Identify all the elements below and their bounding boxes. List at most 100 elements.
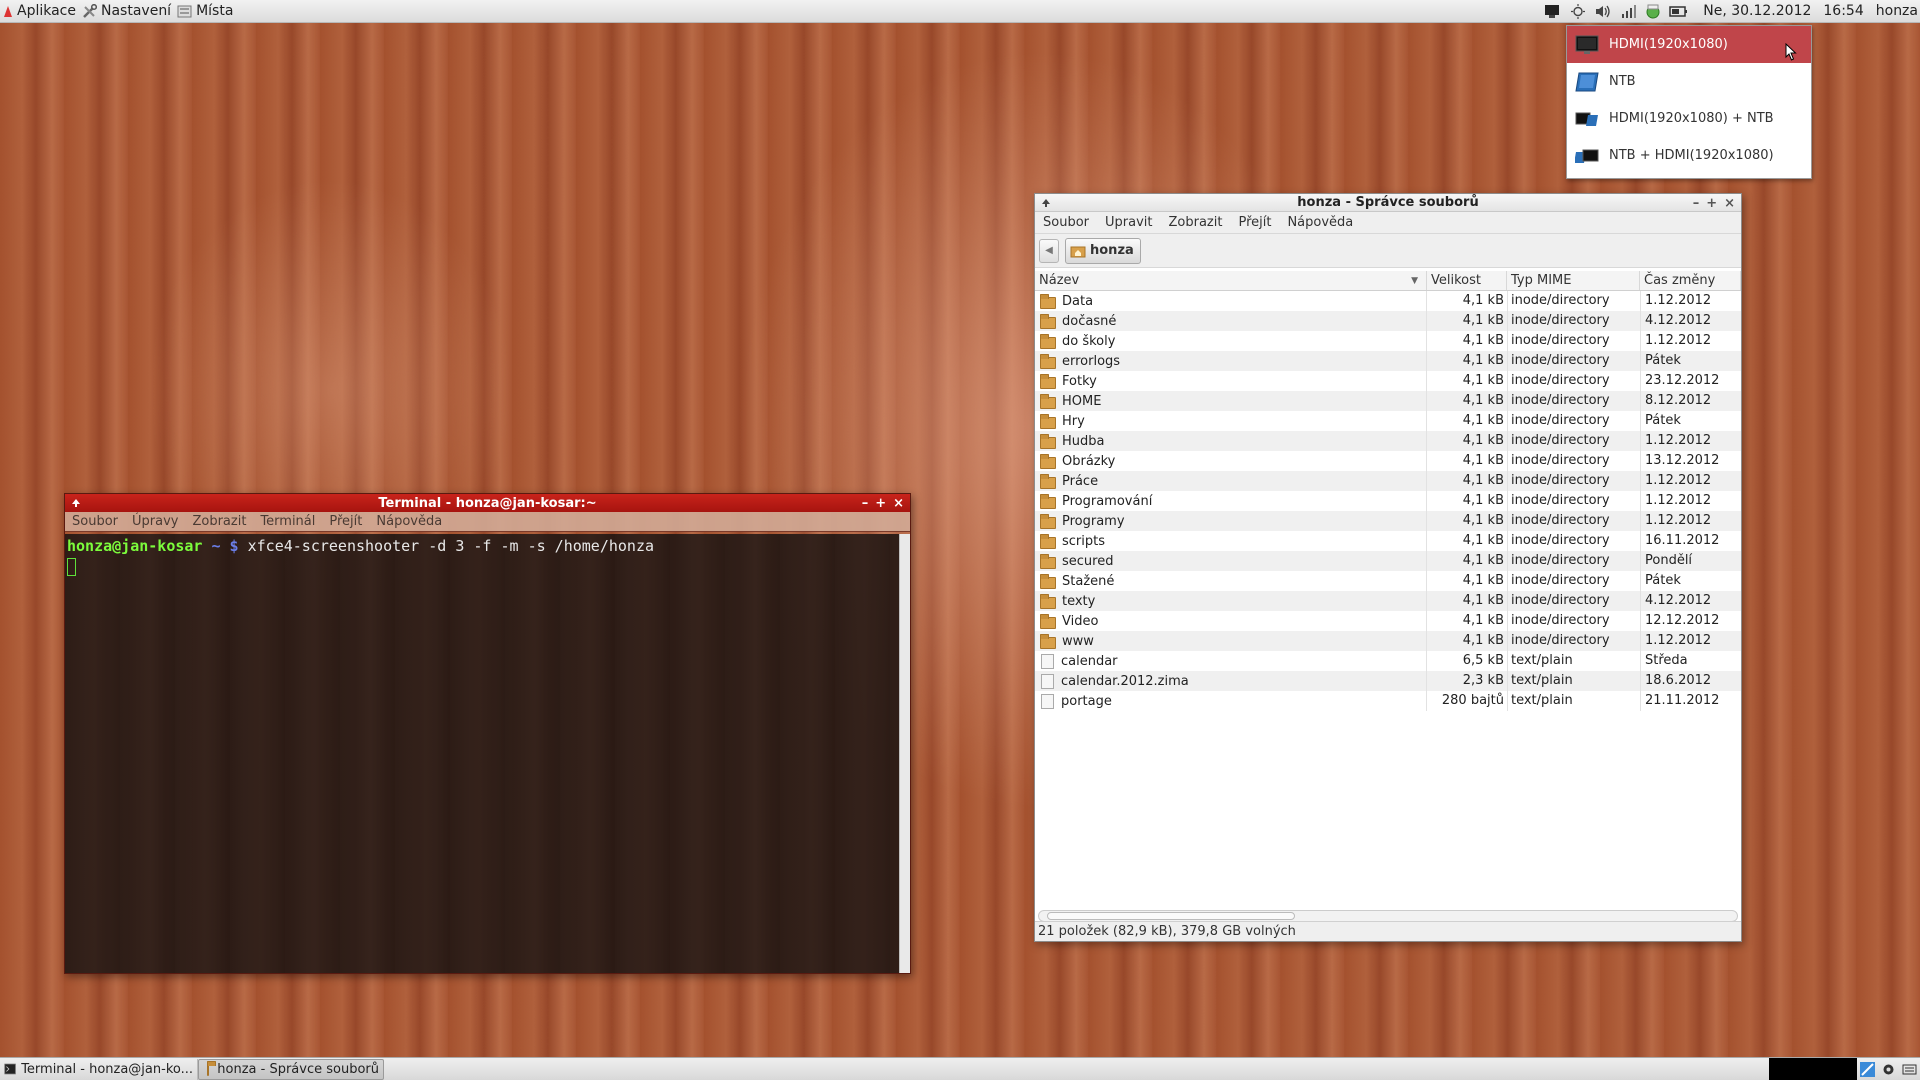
table-row[interactable]: www 4,1 kB inode/directory 1.12.2012 — [1035, 631, 1741, 651]
media-icon[interactable] — [1881, 1062, 1896, 1077]
cell-modified: 4.12.2012 — [1640, 591, 1741, 611]
table-row[interactable]: Fotky 4,1 kB inode/directory 23.12.2012 — [1035, 371, 1741, 391]
table-row[interactable]: dočasné 4,1 kB inode/directory 4.12.2012 — [1035, 311, 1741, 331]
menu-terminal[interactable]: Terminál — [253, 514, 322, 529]
cell-name: errorlogs — [1035, 351, 1427, 371]
window-menu-arrow-icon[interactable] — [1041, 198, 1051, 208]
menu-soubor[interactable]: Soubor — [1035, 215, 1097, 230]
table-row[interactable]: Hry 4,1 kB inode/directory Pátek — [1035, 411, 1741, 431]
top-panel: Aplikace Nastavení Místa Ne, 30.12.2012 … — [0, 0, 1920, 23]
column-size[interactable]: Velikost — [1427, 271, 1507, 290]
menu-prejit[interactable]: Přejít — [1230, 215, 1279, 230]
close-icon[interactable]: × — [893, 496, 904, 511]
close-icon[interactable]: × — [1724, 196, 1735, 211]
folder-icon — [1040, 633, 1056, 649]
folder-icon — [1040, 313, 1056, 329]
table-row[interactable]: HOME 4,1 kB inode/directory 8.12.2012 — [1035, 391, 1741, 411]
menu-prejit[interactable]: Přejít — [322, 514, 369, 529]
display-option-ntb[interactable]: NTB — [1567, 63, 1811, 100]
text-file-icon — [1041, 673, 1054, 689]
network-manager-icon[interactable] — [1860, 1061, 1875, 1077]
cell-size: 4,1 kB — [1462, 433, 1504, 448]
menu-napoveda[interactable]: Nápověda — [369, 514, 449, 529]
path-button-home[interactable]: honza — [1065, 237, 1141, 264]
cell-name: Programování — [1035, 491, 1427, 511]
table-row[interactable]: Obrázky 4,1 kB inode/directory 13.12.2012 — [1035, 451, 1741, 471]
column-mime[interactable]: Typ MIME — [1507, 271, 1640, 290]
table-row[interactable]: calendar.2012.zima 2,3 kB text/plain 18.6.2… — [1035, 671, 1741, 691]
cell-size: 4,1 kB — [1462, 493, 1504, 508]
places-menu[interactable]: Místa — [174, 0, 236, 23]
menu-zobrazit[interactable]: Zobrazit — [185, 514, 253, 529]
display-option-hdmi-ntb[interactable]: HDMI(1920x1080) + NTB — [1567, 100, 1811, 137]
maximize-icon[interactable]: + — [1706, 196, 1717, 211]
clock-date[interactable]: Ne, 30.12.2012 — [1691, 3, 1823, 19]
applications-menu[interactable]: Aplikace — [0, 0, 79, 23]
task-terminal[interactable]: Terminal - honza@jan-ko... — [0, 1058, 198, 1080]
column-headers: Název ▼ Velikost Typ MIME Čas změny — [1035, 271, 1741, 291]
menu-napoveda[interactable]: Nápověda — [1279, 215, 1361, 230]
minimize-icon[interactable]: – — [1693, 196, 1700, 211]
display-option-hdmi[interactable]: HDMI(1920x1080) — [1567, 26, 1811, 63]
display-icon[interactable] — [1544, 4, 1563, 19]
column-name[interactable]: Název ▼ — [1035, 271, 1427, 290]
location-bar: ◀ honza — [1035, 234, 1741, 268]
cell-name: Práce — [1035, 471, 1427, 491]
file-list: Data 4,1 kB inode/directory 1.12.2012 dočasn… — [1035, 291, 1741, 711]
volume-icon[interactable] — [1594, 4, 1613, 19]
table-row[interactable]: Stažené 4,1 kB inode/directory Pátek — [1035, 571, 1741, 591]
column-modified[interactable]: Čas změny — [1640, 271, 1741, 290]
clock-time[interactable]: 16:54 — [1823, 3, 1875, 19]
menu-soubor[interactable]: Soubor — [65, 514, 125, 529]
keyboard-icon[interactable] — [1902, 1062, 1917, 1077]
table-row[interactable]: do školy 4,1 kB inode/directory 1.12.2012 — [1035, 331, 1741, 351]
table-row[interactable]: Data 4,1 kB inode/directory 1.12.2012 — [1035, 291, 1741, 311]
back-button[interactable]: ◀ — [1039, 238, 1059, 263]
update-notifier-icon[interactable] — [1644, 4, 1663, 19]
brightness-icon[interactable] — [1569, 3, 1588, 19]
table-row[interactable]: Programování 4,1 kB inode/directory 1.12.20… — [1035, 491, 1741, 511]
taskbar: Terminal - honza@jan-ko... honza - Správ… — [0, 1057, 1920, 1080]
table-row[interactable]: Video 4,1 kB inode/directory 12.12.2012 — [1035, 611, 1741, 631]
cell-mime: inode/directory — [1507, 611, 1640, 631]
file-manager-titlebar[interactable]: honza - Správce souborů – + × — [1035, 194, 1741, 212]
table-row[interactable]: scripts 4,1 kB inode/directory 16.11.2012 — [1035, 531, 1741, 551]
task-file-manager[interactable]: honza - Správce souborů — [198, 1058, 384, 1080]
file-name: Data — [1062, 293, 1094, 309]
user-menu[interactable]: honza — [1876, 3, 1920, 19]
cell-mime: inode/directory — [1507, 451, 1640, 471]
table-row[interactable]: portage 280 bajtů text/plain 21.11.2012 — [1035, 691, 1741, 711]
menu-upravy[interactable]: Úpravy — [125, 514, 185, 529]
cell-size: 6,5 kB — [1462, 653, 1504, 668]
battery-icon[interactable] — [1669, 4, 1688, 19]
network-signal-icon[interactable] — [1619, 4, 1638, 19]
settings-menu-label: Nastavení — [101, 3, 172, 19]
table-row[interactable]: Programy 4,1 kB inode/directory 1.12.2012 — [1035, 511, 1741, 531]
menu-upravit[interactable]: Upravit — [1097, 215, 1160, 230]
terminal-output[interactable]: honza@jan-kosar ~ $ xfce4-screenshooter … — [65, 534, 900, 973]
cell-size: 4,1 kB — [1462, 393, 1504, 408]
window-title: Terminal - honza@jan-kosar:~ — [378, 495, 597, 511]
folder-icon — [1040, 393, 1056, 409]
task-label: honza - Správce souborů — [217, 1061, 379, 1077]
text-file-icon — [1041, 693, 1054, 709]
table-row[interactable]: texty 4,1 kB inode/directory 4.12.2012 — [1035, 591, 1741, 611]
terminal-titlebar[interactable]: Terminal - honza@jan-kosar:~ – + × — [65, 494, 910, 512]
table-row[interactable]: errorlogs 4,1 kB inode/directory Pátek — [1035, 351, 1741, 371]
applications-menu-label: Aplikace — [17, 3, 76, 19]
settings-menu[interactable]: Nastavení — [79, 0, 174, 23]
display-option-ntb-hdmi[interactable]: NTB + HDMI(1920x1080) — [1567, 137, 1811, 174]
scrollbar-thumb[interactable] — [1047, 912, 1295, 920]
table-row[interactable]: secured 4,1 kB inode/directory Pondělí — [1035, 551, 1741, 571]
cell-size: 4,1 kB — [1462, 293, 1504, 308]
table-row[interactable]: Hudba 4,1 kB inode/directory 1.12.2012 — [1035, 431, 1741, 451]
table-row[interactable]: Práce 4,1 kB inode/directory 1.12.2012 — [1035, 471, 1741, 491]
window-menu-arrow-icon[interactable] — [71, 498, 81, 508]
file-name: Obrázky — [1062, 453, 1116, 469]
maximize-icon[interactable]: + — [875, 496, 886, 511]
table-row[interactable]: calendar 6,5 kB text/plain Středa — [1035, 651, 1741, 671]
cell-mime: inode/directory — [1507, 511, 1640, 531]
minimize-icon[interactable]: – — [862, 496, 869, 511]
vertical-scrollbar[interactable] — [899, 534, 910, 973]
menu-zobrazit[interactable]: Zobrazit — [1160, 215, 1230, 230]
